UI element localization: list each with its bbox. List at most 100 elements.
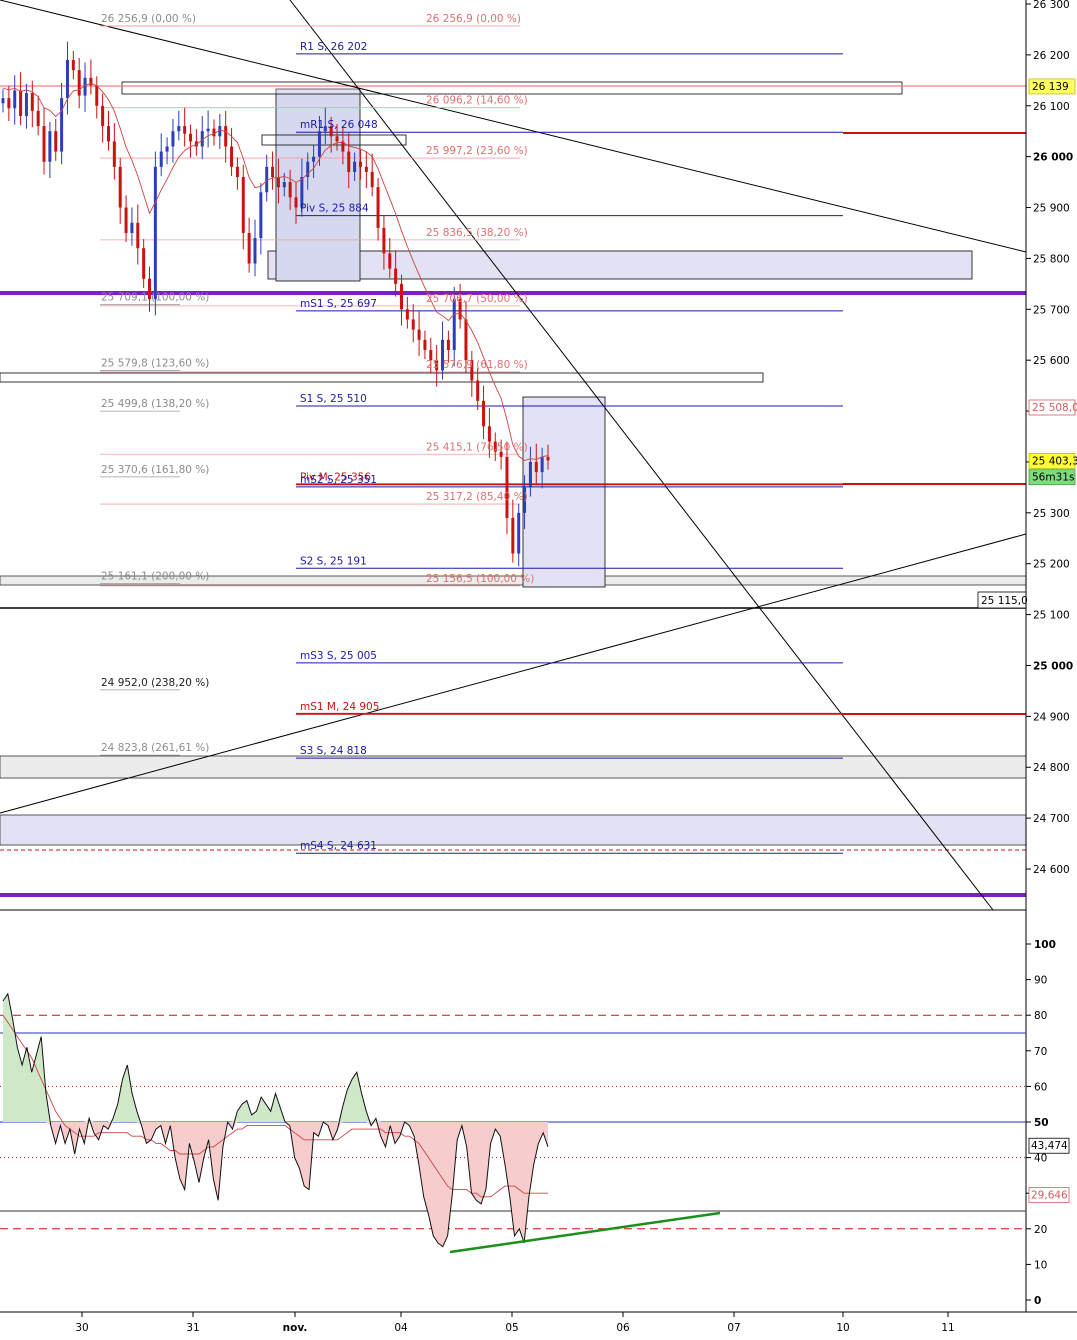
price-tick-label: 26 100	[1033, 101, 1070, 113]
candle-body	[183, 126, 187, 134]
candle-body	[224, 126, 228, 147]
candle-body	[36, 110, 40, 127]
candle-body	[212, 128, 216, 137]
price-tick-label: 26 200	[1033, 50, 1070, 62]
price-tick-label: 25 300	[1033, 508, 1070, 520]
candle-body	[124, 207, 128, 233]
osc-tick-label: 100	[1034, 939, 1056, 951]
candle-body	[464, 319, 468, 361]
price-tick-label: 25 600	[1033, 355, 1070, 367]
candle-body	[271, 166, 275, 177]
candle-body	[13, 90, 17, 109]
candle-body	[177, 126, 181, 132]
candle-body	[517, 512, 521, 554]
candle-body	[388, 253, 392, 269]
time-tick-label: 30	[75, 1322, 88, 1334]
candle-body	[206, 128, 210, 132]
candle-body	[253, 238, 257, 264]
time-tick-label: 05	[505, 1322, 518, 1334]
candle-body	[476, 380, 480, 401]
fib-label-right: 25 706,7 (50,00 %)	[426, 293, 528, 305]
fib-label-right: 26 096,2 (14,60 %)	[426, 95, 528, 107]
candle-body	[482, 400, 486, 427]
candle-body	[376, 187, 380, 228]
candle-body	[118, 166, 122, 208]
fib-label-right: 25 317,2 (85,40 %)	[426, 491, 528, 503]
price-badge-label: 25 508,0	[1032, 402, 1077, 414]
candle-body	[358, 161, 362, 167]
time-tick-label: 07	[727, 1322, 740, 1334]
fib-label-right: 25 576,9 (61,80 %)	[426, 359, 528, 371]
price-badge-label: 26 139	[1032, 81, 1069, 93]
candle-body	[417, 329, 421, 340]
time-tick-label: 06	[616, 1322, 630, 1334]
fib-label-left: 26 256,9 (0,00 %)	[101, 13, 196, 25]
osc-badge-label: 29,646	[1031, 1189, 1068, 1201]
candle-body	[230, 146, 234, 167]
pivot-label: S1 S, 25 510	[300, 393, 367, 405]
candle-body	[60, 98, 64, 152]
candle-body	[399, 283, 403, 310]
trading-chart[interactable]: 26 300 26 200 26 100 26 000 25 900 25 800 25 7…	[0, 0, 1077, 1340]
candle-body	[288, 182, 292, 198]
candle-body	[153, 166, 157, 300]
candle-body	[89, 77, 93, 86]
pivot-label: S3 S, 24 818	[300, 745, 367, 757]
price-tick-label: 25 000	[1033, 660, 1073, 672]
candle-body	[487, 426, 491, 442]
candle-body	[276, 177, 280, 188]
candle-body	[42, 126, 46, 162]
candle-body	[142, 248, 146, 279]
candle-body	[452, 299, 456, 350]
time-tick-label: 11	[941, 1322, 954, 1334]
fib-label-right: 26 256,9 (0,00 %)	[426, 13, 521, 25]
candle-body	[423, 339, 427, 350]
price-tick-label: 25 100	[1033, 610, 1070, 622]
candle-body	[382, 227, 386, 254]
candle-body	[294, 197, 298, 208]
zone-box-24800	[0, 755, 1027, 779]
pivot-label: mS1 M, 24 905	[300, 701, 379, 713]
candle-body	[312, 156, 316, 162]
osc-tick-label: 20	[1034, 1224, 1047, 1236]
fib-label-right: 25 156,5 (100,00 %)	[426, 573, 534, 585]
candle-body	[347, 151, 351, 172]
price-tick-label: 25 700	[1033, 304, 1070, 316]
fib-label-left: 25 709,1 (100,00 %)	[101, 292, 209, 304]
candle-body	[364, 166, 368, 172]
candle-body	[534, 461, 538, 473]
candle-body	[171, 131, 175, 147]
price-tick-label: 25 800	[1033, 253, 1070, 265]
candle-body	[1, 98, 5, 104]
fib-label-left: 24 952,0 (238,20 %)	[101, 677, 209, 689]
price-tick-label: 26 000	[1033, 152, 1073, 164]
fib-label-left: 24 823,8 (261,61 %)	[101, 742, 209, 754]
osc-badge-label: 43,474	[1031, 1140, 1068, 1152]
candle-body	[24, 93, 28, 116]
pivot-label: mS4 S, 24 631	[300, 840, 377, 852]
zone-box-26130	[121, 81, 903, 95]
fib-label-left: 25 579,8 (123,60 %)	[101, 357, 209, 369]
candle-body	[394, 268, 398, 284]
candle-body	[189, 133, 193, 142]
candle-body	[505, 456, 509, 518]
candle-body	[353, 161, 357, 172]
price-tick-label: 24 700	[1033, 813, 1070, 825]
price-tick-label: 24 800	[1033, 762, 1070, 774]
pivot-label: mS3 S, 25 005	[300, 650, 377, 662]
candle-body	[282, 182, 286, 188]
candle-body	[259, 192, 263, 239]
osc-tick-label: 80	[1034, 1010, 1047, 1022]
osc-tick-label: 60	[1034, 1081, 1047, 1093]
fib-label-right: 25 415,1 (76,50 %)	[426, 441, 528, 453]
time-tick-label: 04	[394, 1322, 408, 1334]
candle-body	[136, 222, 140, 249]
osc-tick-label: 90	[1034, 975, 1047, 987]
candle-body	[30, 93, 34, 111]
price-badge-label: 56m31s	[1032, 472, 1074, 484]
pivot-label: Piv S, 25 884	[300, 203, 369, 215]
zone-box-25800	[267, 250, 973, 280]
osc-tick-label: 50	[1034, 1117, 1049, 1129]
time-tick-label: nov.	[283, 1322, 308, 1334]
price-tick-label: 25 900	[1033, 203, 1070, 215]
